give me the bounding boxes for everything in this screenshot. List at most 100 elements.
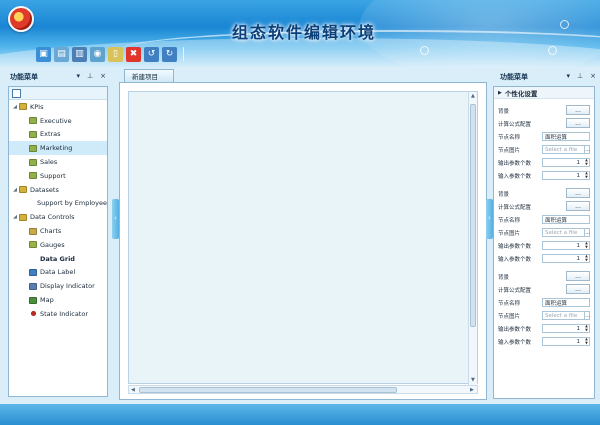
new-icon: ▣ (39, 49, 48, 59)
save-button[interactable]: ▥ (72, 46, 87, 62)
tree-item[interactable]: ◢ Datasets (9, 183, 107, 197)
file-select-field[interactable]: Select a file (542, 145, 590, 154)
collapse-left-handle[interactable]: ‹ (112, 199, 119, 239)
tree-item[interactable]: ◢ Data Controls (9, 210, 107, 224)
expand-toggle-icon[interactable]: ◢ (11, 214, 19, 220)
gauge-icon (29, 172, 37, 180)
function-menu-panel: ◢ KPIs Executive Extras Marketing Sales Suppor… (8, 86, 108, 397)
node-name-field[interactable]: 面积运算 (542, 132, 590, 141)
vertical-scrollbar[interactable]: ▲ ▼ (468, 92, 477, 385)
gauge-icon (29, 117, 37, 125)
tree-item-label: Data Controls (30, 213, 75, 222)
browse-button[interactable]: ... (566, 271, 590, 281)
delete-button[interactable]: ✖ (126, 46, 141, 62)
spin-arrows-icon[interactable]: ▲ ▼ (583, 337, 590, 346)
prop-label: 输入参数个数 (498, 173, 532, 180)
expand-toggle-icon[interactable]: ◢ (11, 104, 19, 110)
prop-row-node-name: 节点名称 面积运算 (494, 296, 594, 309)
folder-icon (19, 213, 27, 221)
decor-circle-icon (560, 20, 569, 29)
browse-button[interactable]: ... (584, 228, 590, 237)
tree-item[interactable]: Map (9, 293, 107, 307)
preview-button[interactable]: ◉ (90, 46, 105, 62)
prop-label: 输出参数个数 (498, 326, 532, 333)
prop-row-output-count: 输出参数个数 1 ▲ ▼ (494, 156, 594, 169)
horizontal-scrollbar[interactable]: ◀ ▶ (128, 385, 478, 394)
scroll-right-icon[interactable]: ▶ (470, 387, 474, 393)
label-icon (29, 268, 37, 276)
panel-mini-toolbar (9, 87, 107, 100)
save-icon: ▥ (75, 49, 84, 59)
browse-button[interactable]: ... (566, 105, 590, 115)
spin-arrows-icon[interactable]: ▲ ▼ (583, 158, 590, 167)
prop-label: 节点名称 (498, 300, 521, 307)
tree-item[interactable]: Gauges (9, 238, 107, 252)
panel-menu-icon[interactable]: ▾ (567, 72, 571, 80)
prop-row-input-count: 输入参数个数 1 ▲ ▼ (494, 252, 594, 265)
decor-circle-icon (420, 46, 429, 55)
prop-row-background: 背景 ... (494, 104, 594, 117)
property-grid: 背景 ... 计算公式配置 ... 节点名称 面积运算 节点图片 Select … (494, 104, 594, 348)
browse-button[interactable]: ... (584, 145, 590, 154)
tab-new-project[interactable]: 新建项目 (124, 69, 174, 82)
vertical-scroll-thumb[interactable] (470, 104, 476, 327)
tree-item-label: Data Label (40, 268, 76, 277)
tree-item[interactable]: ◢ KPIs (9, 100, 107, 114)
scroll-up-icon[interactable]: ▲ (471, 93, 475, 99)
browse-button[interactable]: ... (566, 201, 590, 211)
redo-button[interactable]: ↻ (162, 46, 177, 62)
file-select-field[interactable]: Select a file (542, 311, 590, 320)
spin-arrows-icon[interactable]: ▲ ▼ (583, 254, 590, 263)
left-panel-title: 功能菜单 (10, 73, 38, 81)
file-select-field[interactable]: Select a file (542, 228, 590, 237)
tree-item[interactable]: Data Label (9, 266, 107, 280)
prop-label: 节点名称 (498, 134, 521, 141)
collapse-right-handle[interactable]: › (486, 199, 493, 239)
prop-label: 背景 (498, 191, 510, 198)
browse-button[interactable]: ... (584, 311, 590, 320)
spin-arrows-icon[interactable]: ▲ ▼ (583, 324, 590, 333)
expand-triangle-icon: ▶ (498, 89, 502, 96)
tree-item[interactable]: Support by Employee (9, 197, 107, 211)
tree-item[interactable]: Charts (9, 224, 107, 238)
prop-label: 计算公式配置 (498, 204, 532, 211)
tree-item[interactable]: Marketing (9, 141, 107, 156)
panel-close-icon[interactable]: × (100, 72, 106, 80)
scroll-down-icon[interactable]: ▼ (471, 377, 475, 383)
tree-item[interactable]: Data Grid (9, 252, 107, 266)
new-button[interactable]: ▣ (36, 46, 51, 62)
browse-button[interactable]: ... (566, 284, 590, 294)
tree-item[interactable]: State Indicator (9, 307, 107, 321)
browse-button[interactable]: ... (566, 118, 590, 128)
node-name-field[interactable]: 面积运算 (542, 298, 590, 307)
spin-arrows-icon[interactable]: ▲ ▼ (583, 171, 590, 180)
scroll-left-icon[interactable]: ◀ (131, 387, 135, 393)
tree-item[interactable]: Executive (9, 114, 107, 128)
blank-icon (28, 200, 35, 207)
horizontal-scroll-thumb[interactable] (139, 387, 397, 393)
document-button[interactable]: ▯ (108, 46, 123, 62)
browse-button[interactable]: ... (566, 188, 590, 198)
tree-item[interactable]: Display Indicator (9, 279, 107, 293)
indicator-icon (29, 282, 37, 290)
panel-pin-icon[interactable]: ⊥ (577, 72, 583, 80)
undo-button[interactable]: ↺ (144, 46, 159, 62)
tree-item[interactable]: Extras (9, 128, 107, 142)
panel-pin-icon[interactable]: ⊥ (87, 72, 93, 80)
node-name-field[interactable]: 面积运算 (542, 215, 590, 224)
tree-item-label: Executive (40, 116, 72, 125)
tree-item[interactable]: Support (9, 169, 107, 183)
document-icon[interactable] (12, 89, 21, 98)
open-button[interactable]: ▤ (54, 46, 69, 62)
section-personalization[interactable]: ▶ 个性化设置 (494, 87, 594, 99)
left-panel-header: 功能菜单 ▾ ⊥ × (0, 70, 110, 84)
tree-item[interactable]: Sales (9, 155, 107, 169)
expand-toggle-icon[interactable]: ◢ (11, 187, 19, 193)
prop-row-formula: 计算公式配置 ... (494, 200, 594, 213)
prop-label: 节点名称 (498, 217, 521, 224)
panel-menu-icon[interactable]: ▾ (77, 72, 81, 80)
tree-item-label: Gauges (40, 240, 65, 249)
panel-close-icon[interactable]: × (590, 72, 596, 80)
editor-canvas[interactable]: ▲ ▼ (128, 91, 478, 385)
spin-arrows-icon[interactable]: ▲ ▼ (583, 241, 590, 250)
